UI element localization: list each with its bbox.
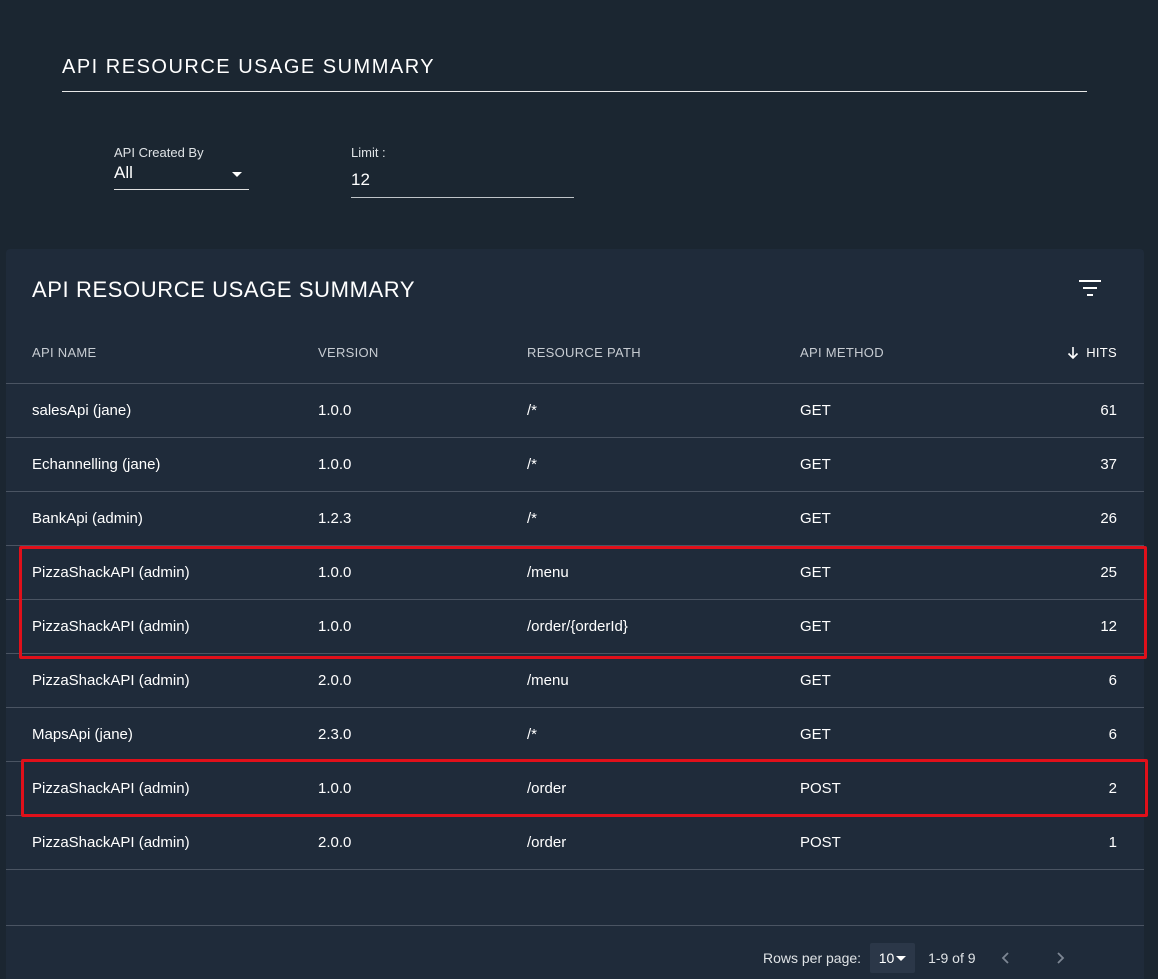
api-name-cell: Echannelling (jane) [32,456,161,473]
version-cell: 1.0.0 [318,618,352,635]
api-name-cell: PizzaShackAPI (admin) [32,672,190,689]
hits-cell: 61 [1100,402,1117,419]
column-header-api-name[interactable]: API NAME [32,345,97,360]
hits-cell: 37 [1100,456,1117,473]
resource-path-cell: /* [527,456,538,473]
api-method-cell: POST [800,780,841,797]
hits-cell: 6 [1108,672,1117,689]
created-by-label: API Created By [114,145,204,160]
api-name-cell: MapsApi (jane) [32,726,133,743]
rows-per-page-value: 10 [878,950,895,966]
column-header-hits-label: HITS [1086,345,1117,360]
api-name-cell: salesApi (jane) [32,402,132,419]
api-method-cell: GET [800,564,831,581]
created-by-value: All [114,163,133,182]
created-by-select[interactable]: All [114,162,249,190]
api-method-cell: GET [800,618,831,635]
api-method-cell: GET [800,726,831,743]
hits-cell: 1 [1108,834,1117,851]
table-row[interactable]: salesApi (jane) 1.0.0 /* GET 61 [6,384,1144,438]
api-name-cell: PizzaShackAPI (admin) [32,564,190,581]
table-header: API NAME VERSION RESOURCE PATH API METHO… [6,325,1144,384]
api-method-cell: GET [800,402,831,419]
column-header-hits[interactable]: HITS [1066,345,1117,360]
usage-table-card: API RESOURCE USAGE SUMMARY API NAME VERS… [6,249,1148,979]
page-title: API RESOURCE USAGE SUMMARY [62,56,436,78]
hits-cell: 6 [1108,726,1117,743]
table-row[interactable]: Echannelling (jane) 1.0.0 /* GET 37 [6,438,1144,492]
api-method-cell: GET [800,672,831,689]
api-name-cell: PizzaShackAPI (admin) [32,780,190,797]
column-header-resource-path[interactable]: RESOURCE PATH [527,345,641,360]
rows-per-page-label: Rows per page: [763,950,862,966]
version-cell: 1.0.0 [318,564,352,581]
resource-path-cell: /* [527,402,538,419]
hits-cell: 12 [1100,618,1117,635]
api-method-cell: POST [800,834,841,851]
pagination: Rows per page: 10 1-9 of 9 [763,943,1068,973]
version-cell: 1.0.0 [318,456,352,473]
dropdown-arrow-icon [232,172,242,177]
version-cell: 2.3.0 [318,726,352,743]
footer-divider [6,925,1144,926]
rows-per-page-select[interactable]: 10 [870,943,916,973]
limit-label: Limit : [351,145,386,160]
table-row[interactable]: PizzaShackAPI (admin) 1.0.0/menu GET 25 [6,546,1144,600]
table-body: salesApi (jane) 1.0.0/* GET 61 Echannelling … [6,384,1144,870]
api-name-cell: PizzaShackAPI (admin) [32,618,190,635]
hits-cell: 26 [1100,510,1117,527]
filter-list-icon[interactable] [1079,279,1101,297]
resource-path-cell: /order/{orderId} [527,618,628,635]
version-cell: 1.0.0 [318,780,352,797]
limit-value: 12 [351,170,370,189]
api-name-cell: PizzaShackAPI (admin) [32,834,190,851]
limit-input[interactable]: 12 [351,166,574,198]
arrow-down-icon [1068,346,1079,359]
column-header-version[interactable]: VERSION [318,345,379,360]
dropdown-arrow-icon [896,955,907,961]
title-divider [62,91,1087,92]
api-method-cell: GET [800,456,831,473]
table-row[interactable]: PizzaShackAPI (admin) 1.0.0/order/{orderI… [6,600,1144,654]
version-cell: 2.0.0 [318,672,352,689]
version-cell: 2.0.0 [318,834,352,851]
table-title: API RESOURCE USAGE SUMMARY [32,277,416,302]
api-method-cell: GET [800,510,831,527]
table-row[interactable]: PizzaShackAPI (admin) 1.0.0/order POST 2 [6,762,1144,816]
table-row[interactable]: PizzaShackAPI (admin) 2.0.0/menu GET 6 [6,654,1144,708]
chevron-left-icon[interactable] [998,950,1014,966]
version-cell: 1.0.0 [318,402,352,419]
resource-path-cell: /order [527,780,567,797]
table-row[interactable]: PizzaShackAPI (admin) 2.0.0/order POST 1 [6,816,1144,870]
resource-path-cell: /* [527,510,538,527]
pagination-range: 1-9 of 9 [928,950,976,966]
hits-cell: 2 [1108,780,1117,797]
table-row[interactable]: MapsApi (jane) 2.3.0 /* GET 6 [6,708,1144,762]
resource-path-cell: /menu [527,564,569,581]
resource-path-cell: /order [527,834,567,851]
chevron-right-icon[interactable] [1052,950,1068,966]
version-cell: 1.2.3 [318,510,352,527]
hits-cell: 25 [1100,564,1117,581]
api-name-cell: BankApi (admin) [32,510,143,527]
column-header-api-method[interactable]: API METHOD [800,345,884,360]
table-row[interactable]: BankApi (admin) 1.2.3 /* GET 26 [6,492,1144,546]
resource-path-cell: /menu [527,672,569,689]
resource-path-cell: /* [527,726,538,743]
